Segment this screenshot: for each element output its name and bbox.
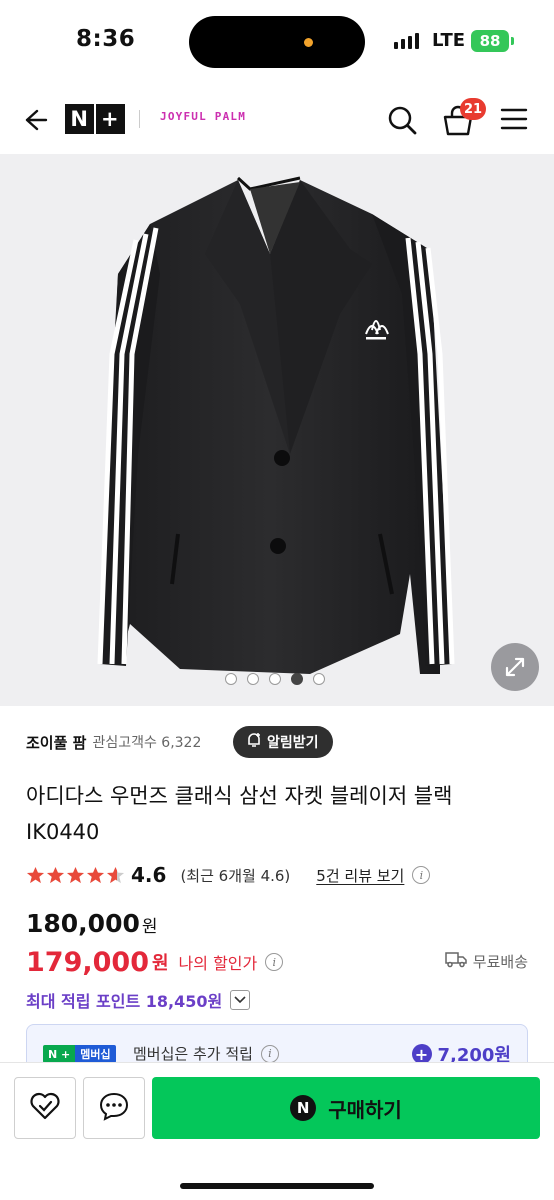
- recent-rating: (최근 6개월 4.6): [180, 866, 291, 885]
- info-icon[interactable]: i: [260, 1044, 279, 1063]
- star-icon: [66, 866, 85, 883]
- battery-tip: [511, 37, 514, 45]
- gallery-dot[interactable]: [313, 673, 325, 685]
- chat-bubble-icon: [98, 1091, 130, 1125]
- buy-button[interactable]: N 구매하기: [152, 1077, 540, 1139]
- store-info: 조이풀 팜 관심고객수 6,322 알림받기: [26, 726, 536, 758]
- gallery-dot[interactable]: [225, 673, 237, 685]
- status-time: 8:36: [76, 26, 136, 52]
- rating-value: 4.6: [131, 863, 167, 887]
- product-image: [97, 176, 455, 674]
- discount-label: 나의 할인가: [178, 954, 258, 973]
- naver-pay-n-icon: N: [290, 1095, 317, 1121]
- talk-button[interactable]: [83, 1077, 145, 1139]
- info-icon[interactable]: i: [265, 953, 284, 971]
- gallery-dot-active[interactable]: [291, 673, 303, 685]
- star-icon: [46, 866, 65, 883]
- membership-text-row: 멤버십은 추가 적립 i: [133, 1043, 279, 1064]
- star-icon: [26, 866, 45, 883]
- logo-plus: +: [100, 107, 120, 131]
- bottom-action-bar: N 구매하기: [0, 1062, 554, 1200]
- brand-logo[interactable]: JOYFUL PALM: [160, 110, 246, 123]
- shipping-label: 무료배송: [472, 952, 528, 971]
- points-label: 최대 적립 포인트 18,450원: [26, 992, 223, 1011]
- signal-icon: [394, 33, 419, 49]
- rating-stars: [26, 866, 125, 885]
- info-icon[interactable]: i: [412, 866, 431, 884]
- network-label: LTE: [432, 30, 466, 51]
- heart-check-icon: [29, 1091, 61, 1125]
- chevron-down-icon[interactable]: [230, 990, 251, 1010]
- price-value: 180,000: [26, 909, 140, 938]
- logo-n: N: [70, 107, 89, 131]
- dynamic-island: [189, 16, 365, 68]
- gallery-dot[interactable]: [269, 673, 281, 685]
- discount-price-row: 179,000 원 나의 할인가 i 무료배송: [26, 944, 536, 980]
- hamburger-menu-icon[interactable]: [500, 106, 528, 132]
- price-unit: 원: [141, 917, 158, 937]
- home-indicator: [180, 1183, 374, 1189]
- rating-row: 4.6 (최근 6개월 4.6) 5건 리뷰 보기 i: [26, 860, 431, 890]
- header-divider: [139, 110, 140, 128]
- nplus-logo[interactable]: N +: [65, 104, 125, 134]
- cart-count-badge: 21: [460, 98, 487, 120]
- membership-text: 멤버십은 추가 적립: [133, 1045, 253, 1063]
- points-row[interactable]: 최대 적립 포인트 18,450원: [26, 986, 251, 1014]
- app-header: N + JOYFUL PALM 21: [0, 84, 554, 154]
- star-icon: [86, 866, 105, 883]
- buy-button-label: 구매하기: [328, 1097, 402, 1122]
- status-bar: 8:36 LTE 88: [0, 0, 554, 84]
- camera-indicator-icon: [304, 38, 313, 47]
- plus-circle-icon: +: [411, 1044, 432, 1064]
- badge-nplus: N +: [43, 1045, 76, 1063]
- product-image-gallery[interactable]: [0, 154, 554, 706]
- gallery-dot[interactable]: [247, 673, 259, 685]
- shipping-info: 무료배송: [445, 950, 528, 972]
- battery-icon: 88: [471, 30, 509, 52]
- bell-plus-icon: [245, 731, 263, 753]
- truck-icon: [445, 950, 467, 972]
- discount-price-unit: 원: [151, 953, 169, 974]
- search-icon[interactable]: [386, 104, 418, 136]
- store-name[interactable]: 조이풀 팜: [26, 732, 86, 753]
- gallery-pagination: [225, 673, 325, 685]
- alarm-button[interactable]: 알림받기: [233, 726, 333, 758]
- favorites-count: 관심고객수 6,322: [92, 735, 202, 751]
- star-partial-icon: [106, 866, 125, 883]
- wishlist-button[interactable]: [14, 1077, 76, 1139]
- expand-icon[interactable]: [491, 643, 539, 691]
- product-title: 아디다스 우먼즈 클래식 삼선 자켓 블레이저 블랙 IK0440: [26, 784, 453, 844]
- alarm-button-label: 알림받기: [267, 735, 319, 751]
- reviews-link[interactable]: 5건 리뷰 보기: [316, 865, 404, 886]
- membership-badge: N + 멤버십: [43, 1045, 116, 1063]
- original-price: 180,000 원: [26, 909, 158, 938]
- back-arrow-icon[interactable]: [20, 106, 48, 134]
- discount-price-value: 179,000: [26, 946, 149, 978]
- badge-membership: 멤버십: [75, 1045, 116, 1063]
